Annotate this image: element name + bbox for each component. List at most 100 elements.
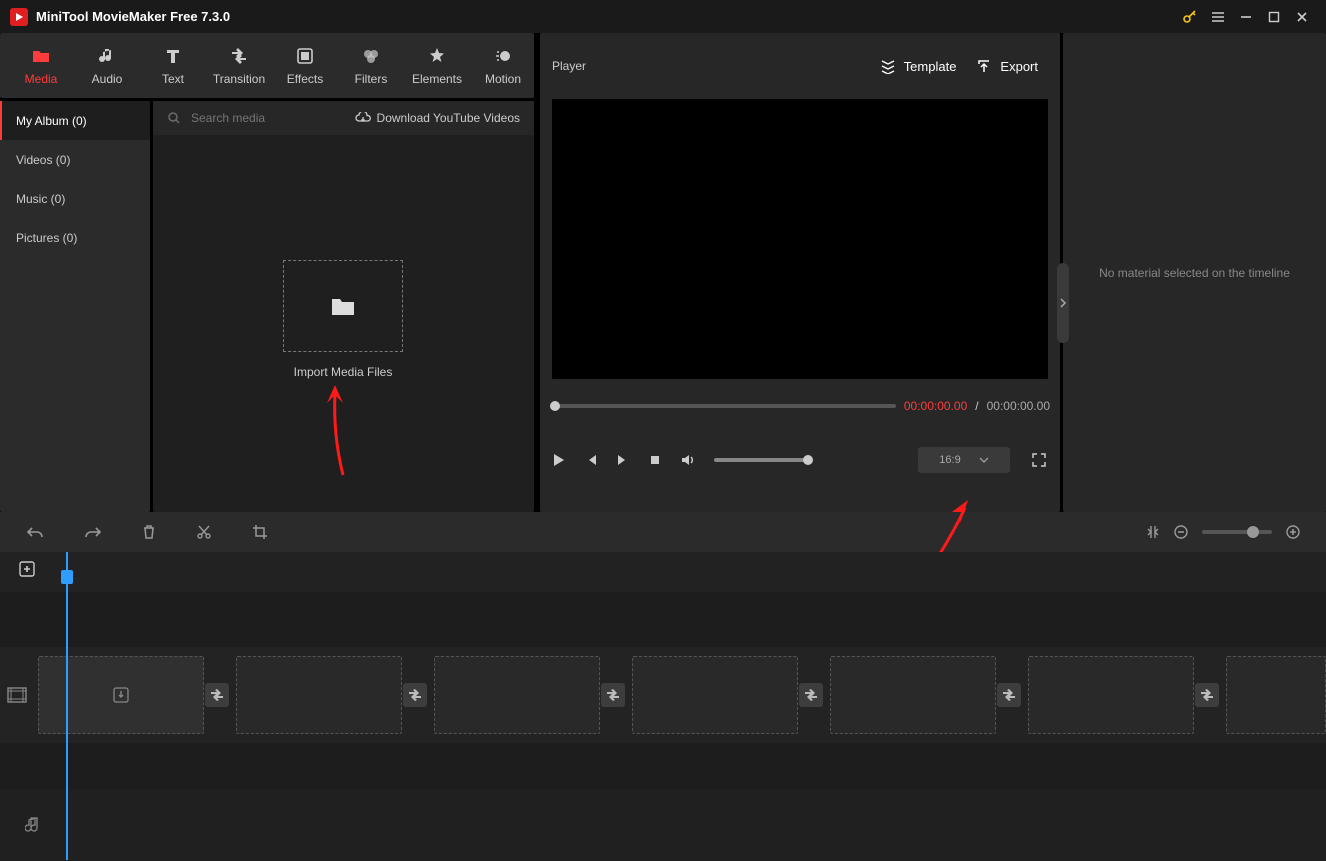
sidebar-item-label: Music (0) xyxy=(16,192,65,206)
player-canvas[interactable] xyxy=(552,99,1048,379)
volume-slider[interactable] xyxy=(714,458,809,462)
sidebar-item-myalbum[interactable]: My Album (0) xyxy=(0,101,150,140)
play-button[interactable] xyxy=(550,452,566,468)
timecode-sep: / xyxy=(975,399,978,413)
tab-elements[interactable]: Elements xyxy=(404,33,470,98)
tab-audio-label: Audio xyxy=(92,72,123,86)
media-content: Download YouTube Videos Import Media Fil… xyxy=(153,101,534,512)
annotation-arrow xyxy=(323,385,353,480)
transition-slot[interactable] xyxy=(205,683,229,707)
delete-button[interactable] xyxy=(142,524,156,540)
player-label: Player xyxy=(552,59,870,73)
video-track[interactable] xyxy=(0,647,1326,743)
player-pane: Player Template Export 00:00:00.00 / 00:… xyxy=(540,33,1060,512)
tab-filters[interactable]: Filters xyxy=(338,33,404,98)
transition-slot[interactable] xyxy=(601,683,625,707)
tab-media[interactable]: Media xyxy=(8,33,74,98)
timeline[interactable] xyxy=(0,552,1326,860)
import-clip-icon xyxy=(112,686,130,704)
maximize-button[interactable] xyxy=(1260,3,1288,31)
key-icon[interactable] xyxy=(1176,3,1204,31)
zoom-slider[interactable] xyxy=(1202,530,1272,534)
tab-elements-label: Elements xyxy=(412,72,462,86)
download-youtube-label: Download YouTube Videos xyxy=(377,111,520,125)
tab-motion[interactable]: Motion xyxy=(470,33,536,98)
properties-collapse-handle[interactable] xyxy=(1057,263,1069,343)
chevron-down-icon xyxy=(979,457,989,463)
scrubber-track[interactable] xyxy=(550,404,896,408)
transition-slot[interactable] xyxy=(799,683,823,707)
cut-button[interactable] xyxy=(196,524,212,540)
transition-slot[interactable] xyxy=(997,683,1021,707)
app-logo xyxy=(10,8,28,26)
fit-button[interactable] xyxy=(1146,524,1160,540)
timeline-ruler[interactable] xyxy=(0,552,1326,592)
playhead[interactable] xyxy=(66,552,68,860)
import-media-dropzone[interactable] xyxy=(283,260,403,352)
template-button[interactable]: Template xyxy=(870,58,967,74)
properties-pane: No material selected on the timeline xyxy=(1063,33,1326,512)
audio-track-icon xyxy=(0,816,66,834)
zoom-out-button[interactable] xyxy=(1174,525,1188,539)
tab-text[interactable]: Text xyxy=(140,33,206,98)
close-button[interactable] xyxy=(1288,3,1316,31)
aspect-value: 16:9 xyxy=(939,454,960,466)
transition-slot[interactable] xyxy=(1195,683,1219,707)
video-track-icon xyxy=(0,687,34,703)
titlebar: MiniTool MovieMaker Free 7.3.0 xyxy=(0,0,1326,33)
sidebar-item-label: Videos (0) xyxy=(16,153,70,167)
stop-button[interactable] xyxy=(648,453,662,467)
cloud-download-icon xyxy=(355,112,371,124)
tab-media-label: Media xyxy=(25,72,58,86)
sidebar-item-music[interactable]: Music (0) xyxy=(0,179,150,218)
redo-button[interactable] xyxy=(84,525,102,539)
clip-slot[interactable] xyxy=(1226,656,1326,734)
add-track-button[interactable] xyxy=(18,560,36,578)
sidebar-item-videos[interactable]: Videos (0) xyxy=(0,140,150,179)
download-youtube-button[interactable]: Download YouTube Videos xyxy=(355,111,520,125)
clip-slot[interactable] xyxy=(236,656,402,734)
export-label: Export xyxy=(1000,59,1038,74)
search-icon xyxy=(167,111,181,125)
import-media-label: Import Media Files xyxy=(283,365,403,379)
tab-effects-label: Effects xyxy=(287,72,323,86)
timeline-toolbar xyxy=(0,512,1326,552)
clip-slot[interactable] xyxy=(830,656,996,734)
properties-empty-text: No material selected on the timeline xyxy=(1099,266,1290,280)
next-frame-button[interactable] xyxy=(616,453,630,467)
crop-button[interactable] xyxy=(252,524,268,540)
clip-slot[interactable] xyxy=(434,656,600,734)
prev-frame-button[interactable] xyxy=(584,453,598,467)
tab-text-label: Text xyxy=(162,72,184,86)
export-button[interactable]: Export xyxy=(966,58,1048,74)
undo-button[interactable] xyxy=(26,525,44,539)
timecode-total: 00:00:00.00 xyxy=(987,399,1050,413)
aspect-dropdown[interactable]: 16:9 xyxy=(918,447,1010,473)
zoom-in-button[interactable] xyxy=(1286,525,1300,539)
tab-audio[interactable]: Audio xyxy=(74,33,140,98)
tab-filters-label: Filters xyxy=(355,72,388,86)
media-sidebar: My Album (0) Videos (0) Music (0) Pictur… xyxy=(0,101,150,512)
minimize-button[interactable] xyxy=(1232,3,1260,31)
tab-transition-label: Transition xyxy=(213,72,265,86)
clip-slot[interactable] xyxy=(38,656,204,734)
fullscreen-button[interactable] xyxy=(1028,449,1050,471)
main-toolbar: Media Audio Text Transition Effects Filt… xyxy=(0,33,534,98)
search-input[interactable] xyxy=(191,111,331,125)
tab-effects[interactable]: Effects xyxy=(272,33,338,98)
timecode-current: 00:00:00.00 xyxy=(904,399,967,413)
sidebar-item-label: My Album (0) xyxy=(16,114,87,128)
tab-transition[interactable]: Transition xyxy=(206,33,272,98)
audio-track[interactable] xyxy=(0,789,1326,861)
app-title: MiniTool MovieMaker Free 7.3.0 xyxy=(36,9,230,24)
sidebar-item-label: Pictures (0) xyxy=(16,231,77,245)
sidebar-item-pictures[interactable]: Pictures (0) xyxy=(0,218,150,257)
volume-button[interactable] xyxy=(680,452,696,468)
menu-icon[interactable] xyxy=(1204,3,1232,31)
tab-motion-label: Motion xyxy=(485,72,521,86)
transition-slot[interactable] xyxy=(403,683,427,707)
folder-icon xyxy=(330,295,356,317)
clip-slot[interactable] xyxy=(1028,656,1194,734)
template-label: Template xyxy=(904,59,957,74)
clip-slot[interactable] xyxy=(632,656,798,734)
